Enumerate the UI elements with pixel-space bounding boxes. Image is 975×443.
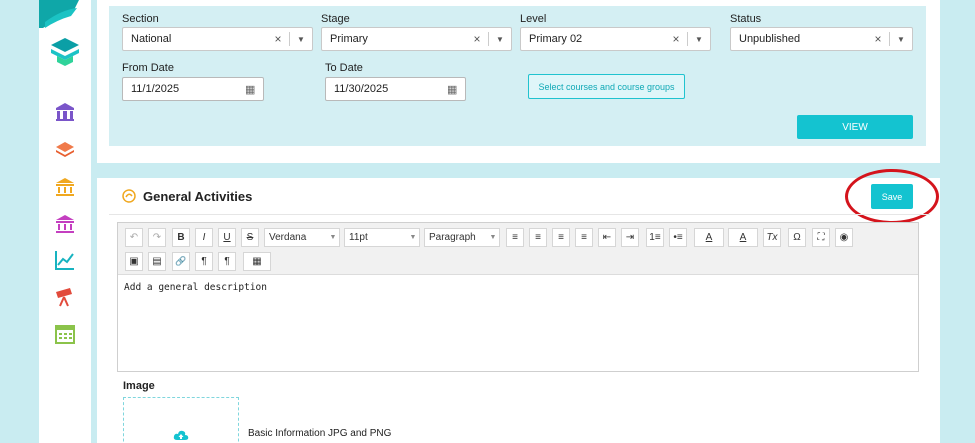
- divider: [488, 32, 489, 46]
- status-value: Unpublished: [739, 33, 801, 45]
- chevron-down-icon[interactable]: ▼: [493, 35, 507, 44]
- media-icon[interactable]: ▤: [148, 252, 166, 271]
- calendar-icon[interactable]: ▦: [245, 83, 263, 96]
- main-panel: Section National × ▼ Stage Primary × ▼ L…: [97, 0, 940, 443]
- underline-icon[interactable]: U: [218, 228, 236, 247]
- justify-icon[interactable]: ≡: [575, 228, 593, 247]
- stage-select[interactable]: Primary × ▼: [321, 27, 512, 51]
- upload-cloud-icon: [173, 430, 189, 440]
- school-icon[interactable]: [53, 100, 77, 124]
- ltr-icon[interactable]: ¶: [195, 252, 213, 271]
- section-title: General Activities: [143, 189, 253, 204]
- ordered-list-icon[interactable]: 1≡: [646, 228, 664, 247]
- hand-wave-icon: [122, 189, 136, 203]
- divider: [687, 32, 688, 46]
- editor-content[interactable]: Add a general description: [124, 282, 267, 293]
- rich-text-editor[interactable]: ↶ ↷ B I U S Verdana ▼ 11pt ▼ Paragraph ▼ ≡ …: [117, 222, 919, 372]
- strikethrough-icon[interactable]: S: [241, 228, 259, 247]
- divider: [889, 32, 890, 46]
- level-label: Level: [520, 13, 547, 25]
- to-date-label: To Date: [325, 62, 363, 74]
- chevron-down-icon[interactable]: ▼: [894, 35, 908, 44]
- annotation-circle: [845, 169, 939, 224]
- section-select[interactable]: National × ▼: [122, 27, 313, 51]
- section-value: National: [131, 33, 172, 45]
- clear-icon[interactable]: ×: [470, 32, 484, 46]
- from-date-label: From Date: [122, 62, 174, 74]
- table-icon[interactable]: ▦: [243, 252, 271, 271]
- clear-icon[interactable]: ×: [669, 32, 683, 46]
- image-dropzone[interactable]: [123, 397, 239, 443]
- divider: [289, 32, 290, 46]
- level-value: Primary 02: [529, 33, 583, 45]
- font-size-value: 11pt: [349, 232, 368, 243]
- status-label: Status: [730, 13, 762, 25]
- stage-value: Primary: [330, 33, 368, 45]
- background-color-icon[interactable]: A: [728, 228, 758, 247]
- chevron-down-icon: ▼: [329, 234, 337, 241]
- view-button[interactable]: VIEW: [797, 115, 913, 139]
- filter-panel: Section National × ▼ Stage Primary × ▼ L…: [109, 6, 926, 146]
- from-date-value: 11/1/2025: [131, 83, 180, 95]
- outdent-icon[interactable]: ⇤: [598, 228, 616, 247]
- font-family-value: Verdana: [269, 232, 307, 243]
- select-courses-button[interactable]: Select courses and course groups: [528, 74, 685, 99]
- section-label: Section: [122, 13, 159, 25]
- align-center-icon[interactable]: ≡: [529, 228, 547, 247]
- clear-icon[interactable]: ×: [271, 32, 285, 46]
- block-format-value: Paragraph: [429, 232, 476, 243]
- to-date-input[interactable]: 11/30/2025 ▦: [325, 77, 466, 101]
- chevron-down-icon: ▼: [489, 234, 497, 241]
- image-hint: Basic Information JPG and PNG: [248, 428, 392, 439]
- rtl-icon[interactable]: ¶: [218, 252, 236, 271]
- stage-label: Stage: [321, 13, 350, 25]
- text-color-icon[interactable]: A: [694, 228, 724, 247]
- align-left-icon[interactable]: ≡: [506, 228, 524, 247]
- sidebar: [39, 0, 91, 443]
- block-format-select[interactable]: Paragraph ▼: [424, 228, 500, 247]
- undo-icon[interactable]: ↶: [125, 228, 143, 247]
- font-size-select[interactable]: 11pt ▼: [344, 228, 420, 247]
- clear-format-icon[interactable]: Tx: [763, 228, 781, 247]
- divider: [109, 214, 930, 215]
- telescope-icon[interactable]: [53, 285, 77, 309]
- italic-icon[interactable]: I: [195, 228, 213, 247]
- status-select[interactable]: Unpublished × ▼: [730, 27, 913, 51]
- image-label: Image: [123, 380, 155, 392]
- from-date-input[interactable]: 11/1/2025 ▦: [122, 77, 264, 101]
- preview-icon[interactable]: ◉: [835, 228, 853, 247]
- fullscreen-icon[interactable]: ⛶: [812, 228, 830, 247]
- layers-icon[interactable]: [53, 138, 77, 162]
- calendar-icon[interactable]: [53, 322, 77, 346]
- bold-icon[interactable]: B: [172, 228, 190, 247]
- special-character-icon[interactable]: Ω: [788, 228, 806, 247]
- section-separator: [97, 163, 940, 178]
- bank-icon[interactable]: [53, 175, 77, 199]
- logo-banner: [39, 0, 79, 28]
- clear-icon[interactable]: ×: [871, 32, 885, 46]
- editor-toolbar: ↶ ↷ B I U S Verdana ▼ 11pt ▼ Paragraph ▼ ≡ …: [118, 223, 918, 275]
- to-date-value: 11/30/2025: [334, 83, 389, 95]
- chevron-down-icon: ▼: [409, 234, 417, 241]
- redo-icon[interactable]: ↷: [148, 228, 166, 247]
- chevron-down-icon[interactable]: ▼: [692, 35, 706, 44]
- level-select[interactable]: Primary 02 × ▼: [520, 27, 711, 51]
- bullet-list-icon[interactable]: •≡: [669, 228, 687, 247]
- image-icon[interactable]: ▣: [125, 252, 143, 271]
- indent-icon[interactable]: ⇥: [621, 228, 639, 247]
- link-icon[interactable]: 🔗: [172, 252, 190, 271]
- align-right-icon[interactable]: ≡: [552, 228, 570, 247]
- museum-icon[interactable]: [53, 212, 77, 236]
- brand-logo-icon[interactable]: [49, 36, 81, 68]
- chevron-down-icon[interactable]: ▼: [294, 35, 308, 44]
- font-family-select[interactable]: Verdana ▼: [264, 228, 340, 247]
- chart-line-icon[interactable]: [53, 248, 77, 272]
- calendar-icon[interactable]: ▦: [447, 83, 465, 96]
